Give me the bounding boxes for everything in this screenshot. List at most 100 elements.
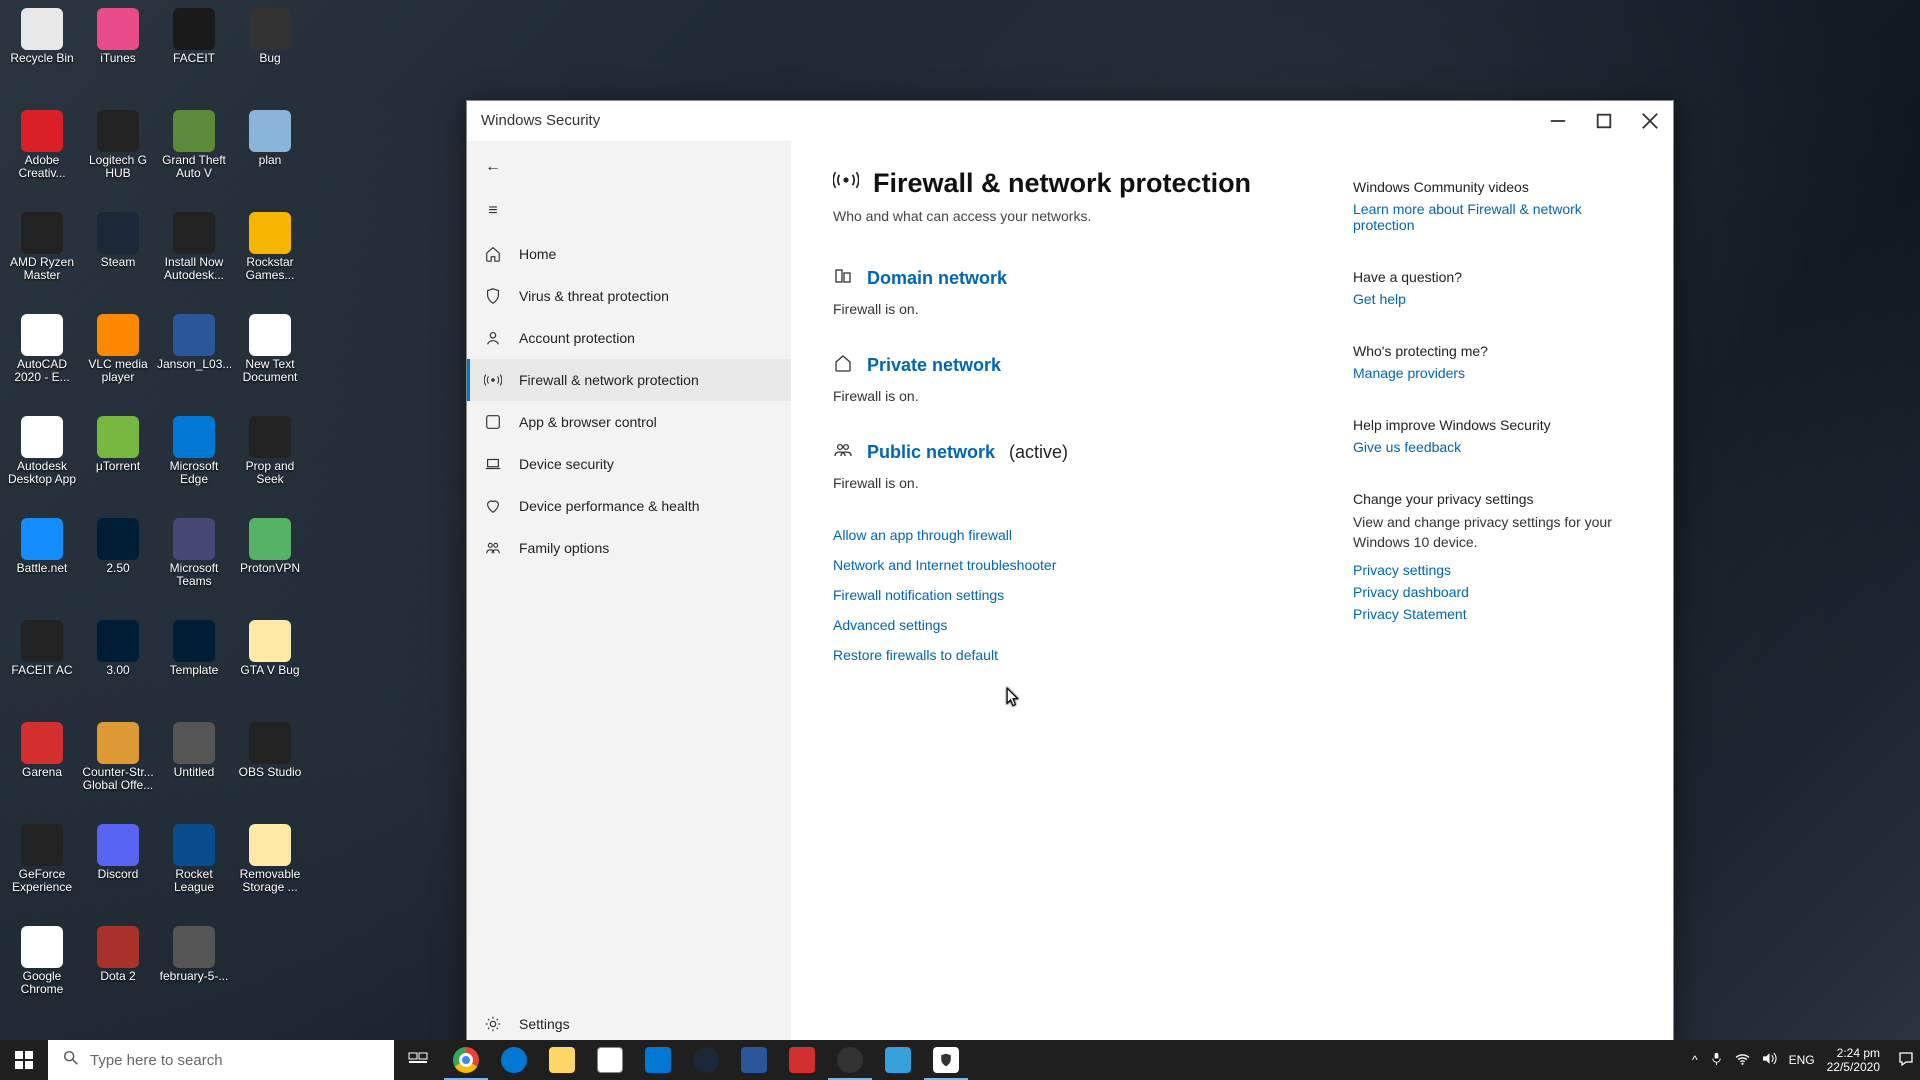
desktop-icon[interactable]: iTunes [80, 4, 156, 106]
desktop-icon[interactable]: Counter-Str... Global Offe... [80, 718, 156, 820]
nav-app[interactable]: App & browser control [467, 401, 791, 443]
desktop-icon[interactable]: Google Chrome [4, 922, 80, 1024]
desktop-icon[interactable]: Microsoft Teams [156, 514, 232, 616]
titlebar[interactable]: Windows Security [467, 101, 1673, 141]
tray-chevron-icon[interactable]: ^ [1692, 1053, 1698, 1067]
task-view-button[interactable] [394, 1040, 442, 1080]
minimize-button[interactable] [1535, 101, 1581, 141]
nav-perf[interactable]: Device performance & health [467, 485, 791, 527]
desktop-icon[interactable]: Untitled [156, 718, 232, 820]
desktop-icon[interactable]: Discord [80, 820, 156, 922]
nav-firewall[interactable]: Firewall & network protection [467, 359, 791, 401]
side-link-privacy-dashboard[interactable]: Privacy dashboard [1353, 584, 1645, 600]
desktop-icon[interactable]: plan [232, 106, 308, 208]
icon-label: Untitled [174, 766, 215, 779]
nav-account[interactable]: Account protection [467, 317, 791, 359]
desktop-icon[interactable]: Rockstar Games... [232, 208, 308, 310]
action-link[interactable]: Restore firewalls to default [833, 647, 1353, 663]
nav-device[interactable]: Device security [467, 443, 791, 485]
nav-virus[interactable]: Virus & threat protection [467, 275, 791, 317]
desktop-icon[interactable]: GTA V Bug [232, 616, 308, 718]
side-link-privacy-settings[interactable]: Privacy settings [1353, 562, 1645, 578]
tray-lang[interactable]: ENG [1789, 1053, 1815, 1067]
nav-settings[interactable]: Settings [467, 1003, 791, 1045]
desktop-icon[interactable]: VLC media player [80, 310, 156, 412]
side-link-learn-more[interactable]: Learn more about Firewall & network prot… [1353, 201, 1645, 233]
system-tray[interactable]: ^ ENG 2:24 pm 22/5/2020 [1692, 1040, 1920, 1080]
desktop-icon[interactable]: 3.00 [80, 616, 156, 718]
taskbar-edge[interactable] [490, 1040, 538, 1080]
desktop-icon[interactable]: OBS Studio [232, 718, 308, 820]
desktop-icon[interactable]: Template [156, 616, 232, 718]
desktop-icon[interactable]: Autodesk Desktop App [4, 412, 80, 514]
taskbar-search[interactable]: Type here to search [48, 1040, 394, 1080]
tray-clock[interactable]: 2:24 pm 22/5/2020 [1827, 1046, 1886, 1075]
maximize-button[interactable] [1581, 101, 1627, 141]
desktop-icon[interactable]: GeForce Experience [4, 820, 80, 922]
side-link-privacy-statement[interactable]: Privacy Statement [1353, 606, 1645, 622]
desktop-icon[interactable]: Janson_L03... [156, 310, 232, 412]
side-link-get-help[interactable]: Get help [1353, 291, 1645, 307]
hamburger-button[interactable]: ≡ [467, 189, 791, 233]
desktop-icon[interactable]: μTorrent [80, 412, 156, 514]
taskbar-steam[interactable] [682, 1040, 730, 1080]
taskbar-photos[interactable] [874, 1040, 922, 1080]
side-link-feedback[interactable]: Give us feedback [1353, 439, 1645, 455]
nav-home[interactable]: Home [467, 233, 791, 275]
desktop-icon[interactable]: february-5-... [156, 922, 232, 1024]
taskbar-app-red[interactable] [778, 1040, 826, 1080]
side-link-manage-providers[interactable]: Manage providers [1353, 365, 1645, 381]
action-link[interactable]: Network and Internet troubleshooter [833, 557, 1353, 573]
network-suffix: (active) [1009, 442, 1068, 463]
taskbar-chrome[interactable] [442, 1040, 490, 1080]
taskbar-store[interactable] [586, 1040, 634, 1080]
taskbar-security[interactable] [922, 1040, 970, 1080]
back-button[interactable]: ← [467, 145, 791, 189]
taskbar-obs[interactable] [826, 1040, 874, 1080]
taskbar-explorer[interactable] [538, 1040, 586, 1080]
network-link[interactable]: Public network [867, 442, 995, 463]
desktop-icon[interactable]: Logitech G HUB [80, 106, 156, 208]
desktop-icon[interactable]: Rocket League [156, 820, 232, 922]
desktop-icon[interactable]: Microsoft Edge [156, 412, 232, 514]
app-icon [173, 620, 215, 662]
desktop-icon[interactable]: Dota 2 [80, 922, 156, 1024]
network-link[interactable]: Domain network [867, 268, 1007, 289]
desktop-icon[interactable]: Removable Storage ... [232, 820, 308, 922]
desktop-icon[interactable]: New Text Document [232, 310, 308, 412]
app-icon [483, 412, 503, 432]
action-link[interactable]: Allow an app through firewall [833, 527, 1353, 543]
side-text: View and change privacy settings for you… [1353, 513, 1645, 552]
desktop-icon[interactable]: Adobe Creativ... [4, 106, 80, 208]
tray-network-icon[interactable] [1735, 1052, 1750, 1068]
icon-label: Garena [22, 766, 62, 779]
desktop-icon[interactable]: Install Now Autodesk... [156, 208, 232, 310]
action-link[interactable]: Firewall notification settings [833, 587, 1353, 603]
app-icon [21, 416, 63, 458]
desktop-icon[interactable]: Prop and Seek [232, 412, 308, 514]
desktop-icon[interactable]: Grand Theft Auto V [156, 106, 232, 208]
desktop-icon[interactable]: Recycle Bin [4, 4, 80, 106]
taskbar-word[interactable] [730, 1040, 778, 1080]
side-heading: Help improve Windows Security [1353, 417, 1645, 433]
action-link[interactable]: Advanced settings [833, 617, 1353, 633]
desktop-icon[interactable]: AMD Ryzen Master [4, 208, 80, 310]
tray-notifications-icon[interactable] [1898, 1051, 1914, 1070]
desktop-icon[interactable]: Steam [80, 208, 156, 310]
network-link[interactable]: Private network [867, 355, 1001, 376]
desktop-icon[interactable]: 2.50 [80, 514, 156, 616]
close-button[interactable] [1627, 101, 1673, 141]
desktop-icon[interactable]: Garena [4, 718, 80, 820]
desktop-icon[interactable]: FACEIT AC [4, 616, 80, 718]
taskbar-mail[interactable] [634, 1040, 682, 1080]
desktop-icon[interactable]: AutoCAD 2020 - E... [4, 310, 80, 412]
desktop-icon[interactable]: Bug [232, 4, 308, 106]
icon-label: Counter-Str... Global Offe... [81, 766, 155, 792]
nav-family[interactable]: Family options [467, 527, 791, 569]
desktop-icon[interactable]: ProtonVPN [232, 514, 308, 616]
desktop-icon[interactable]: Battle.net [4, 514, 80, 616]
desktop-icon[interactable]: FACEIT [156, 4, 232, 106]
tray-mic-icon[interactable] [1710, 1052, 1723, 1068]
start-button[interactable] [0, 1040, 48, 1080]
tray-volume-icon[interactable] [1762, 1052, 1777, 1068]
